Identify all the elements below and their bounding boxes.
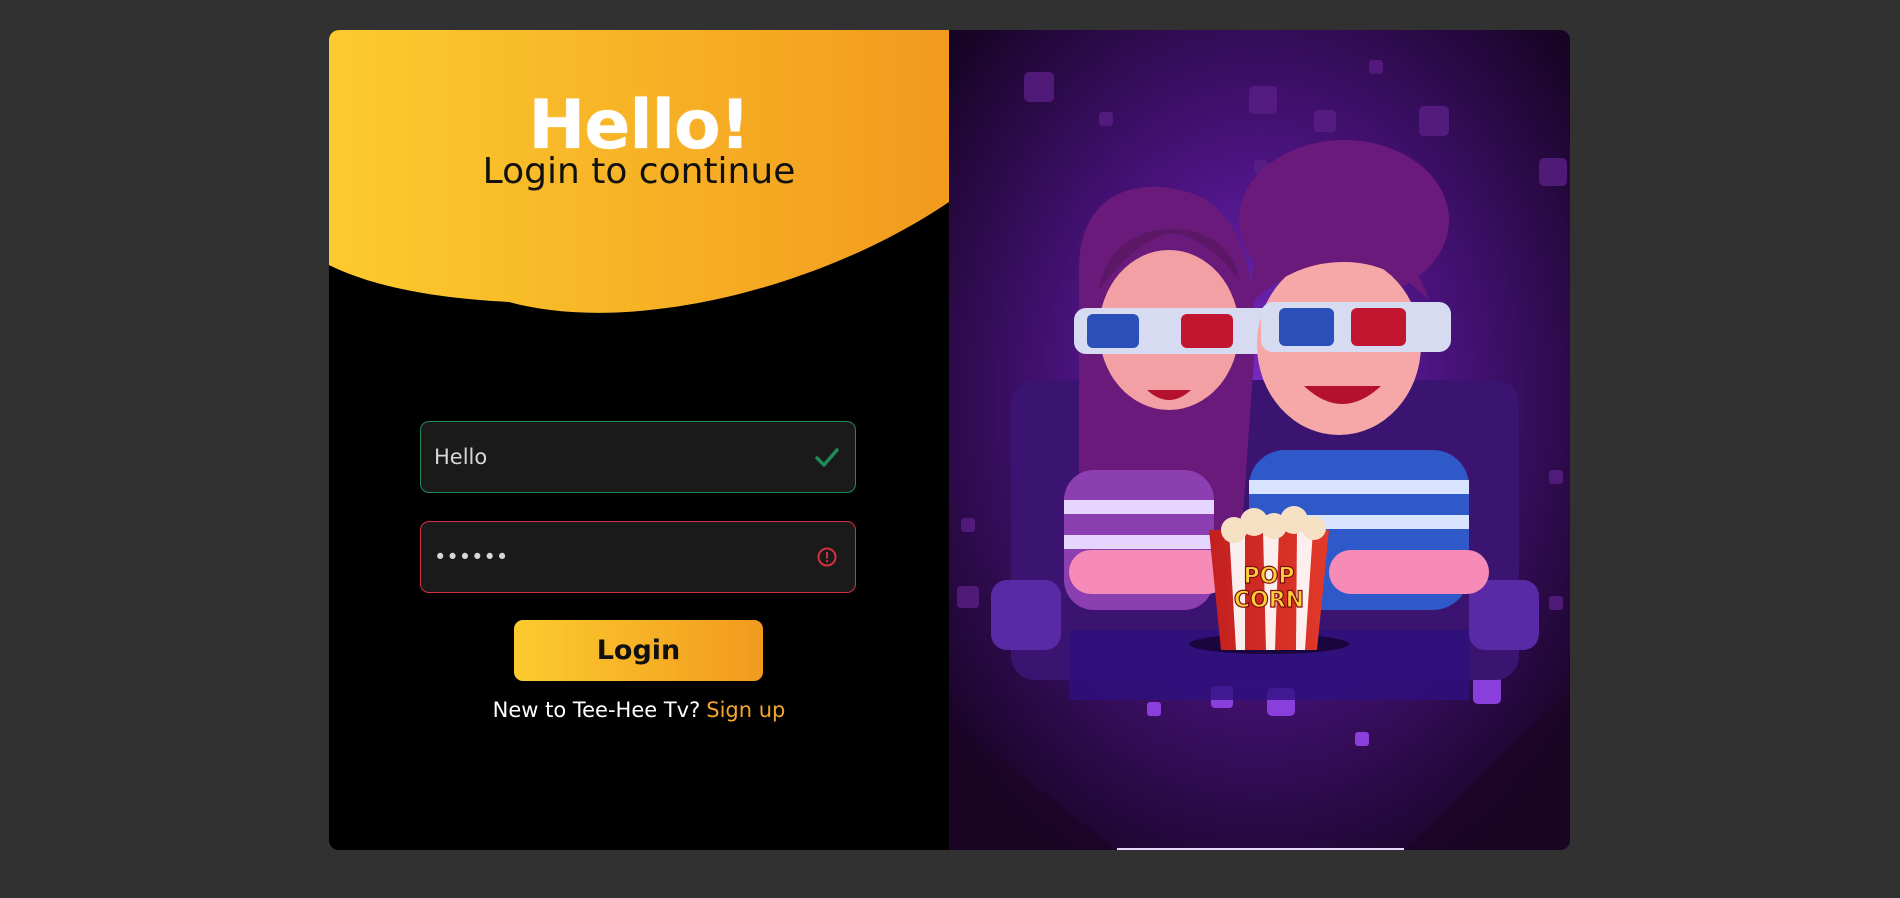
check-icon [807, 447, 847, 467]
error-icon [807, 546, 847, 568]
popcorn-label-bottom: CORN [1234, 588, 1304, 613]
signup-prompt: New to Tee-Hee Tv? [492, 698, 701, 722]
login-card: Hello! Login to continue Login New [329, 30, 1570, 850]
signup-prompt-line: New to Tee-Hee Tv? Sign up [329, 698, 949, 722]
username-input[interactable] [421, 422, 807, 492]
password-field [420, 521, 856, 593]
login-subtitle: Login to continue [482, 151, 796, 192]
movie-couple-illustration: POP CORN [949, 30, 1570, 850]
username-field [420, 421, 856, 493]
popcorn-label-top: POP [1244, 564, 1295, 589]
illustration-panel: POP CORN [949, 30, 1570, 850]
signup-link[interactable]: Sign up [706, 698, 785, 722]
login-panel: Hello! Login to continue Login New [329, 30, 949, 850]
login-button[interactable]: Login [514, 620, 763, 681]
password-input[interactable] [421, 522, 807, 592]
